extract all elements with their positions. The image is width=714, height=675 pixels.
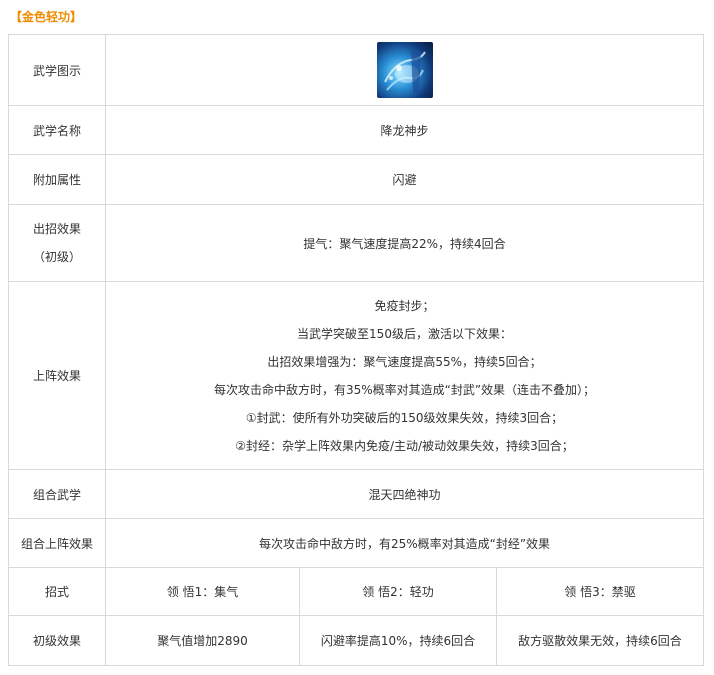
battle-effects: 免疫封步； 当武学突破至150级后，激活以下效果： 出招效果增强为：聚气速度提高… [105,281,704,470]
effect-label: 出招效果 （初级） [8,204,106,282]
row-combo: 组合武学 混天四绝神功 [8,469,704,519]
move-1: 领 悟1：集气 [105,567,300,616]
row-icon: 武学图示 [8,34,704,106]
row-initial: 初级效果 聚气值增加2890 闪避率提高10%，持续6回合 敌方驱散效果无效，持… [8,615,704,666]
attr-value: 闪避 [105,154,704,205]
section-header: 【金色轻功】 [10,10,83,24]
icon-cell [105,34,704,106]
initial-1: 聚气值增加2890 [105,615,300,666]
effect-label-sub: （初级） [32,250,81,264]
effect-label-main: 出招效果 [32,222,81,236]
row-battle: 上阵效果 免疫封步； 当武学突破至150级后，激活以下效果： 出招效果增强为：聚… [8,281,704,470]
initial-label: 初级效果 [8,615,106,666]
initial-3: 敌方驱散效果无效，持续6回合 [496,615,704,666]
attr-label: 附加属性 [8,154,106,205]
combo-effect-label: 组合上阵效果 [8,518,106,568]
skill-icon [376,42,433,98]
combo-effect-value: 每次攻击命中敌方时，有25%概率对其造成“封经”效果 [105,518,704,568]
row-name: 武学名称 降龙神步 [8,105,704,155]
initial-2: 闪避率提高10%，持续6回合 [299,615,497,666]
row-effect: 出招效果 （初级） 提气：聚气速度提高22%，持续4回合 [8,204,704,282]
combo-value: 混天四绝神功 [105,469,704,519]
move-label: 招式 [8,567,106,616]
move-2: 领 悟2：轻功 [299,567,497,616]
skill-table: 武学图示 武学名称 降龙神步 附加属性 闪避 出招效果 （初级） 提气：聚气速度… [8,34,704,666]
row-attr: 附加属性 闪避 [8,154,704,205]
battle-line: 当武学突破至150级后，激活以下效果： [297,326,512,341]
battle-label: 上阵效果 [8,281,106,470]
battle-line: ②封经：杂学上阵效果内免疫/主动/被动效果失效，持续3回合； [235,438,574,453]
row-moves: 招式 领 悟1：集气 领 悟2：轻功 领 悟3：禁驱 [8,567,704,616]
combo-label: 组合武学 [8,469,106,519]
battle-line: 出招效果增强为：聚气速度提高55%，持续5回合； [267,354,542,369]
move-3: 领 悟3：禁驱 [496,567,704,616]
battle-line: ①封武：使所有外功突破后的150级效果失效，持续3回合； [245,410,564,425]
battle-line: 每次攻击命中敌方时，有35%概率对其造成“封武”效果（连击不叠加）； [213,382,596,397]
name-label: 武学名称 [8,105,106,155]
effect-value: 提气：聚气速度提高22%，持续4回合 [105,204,704,282]
row-combo-effect: 组合上阵效果 每次攻击命中敌方时，有25%概率对其造成“封经”效果 [8,518,704,568]
icon-label: 武学图示 [8,34,106,106]
name-value: 降龙神步 [105,105,704,155]
battle-line: 免疫封步； [374,298,435,313]
